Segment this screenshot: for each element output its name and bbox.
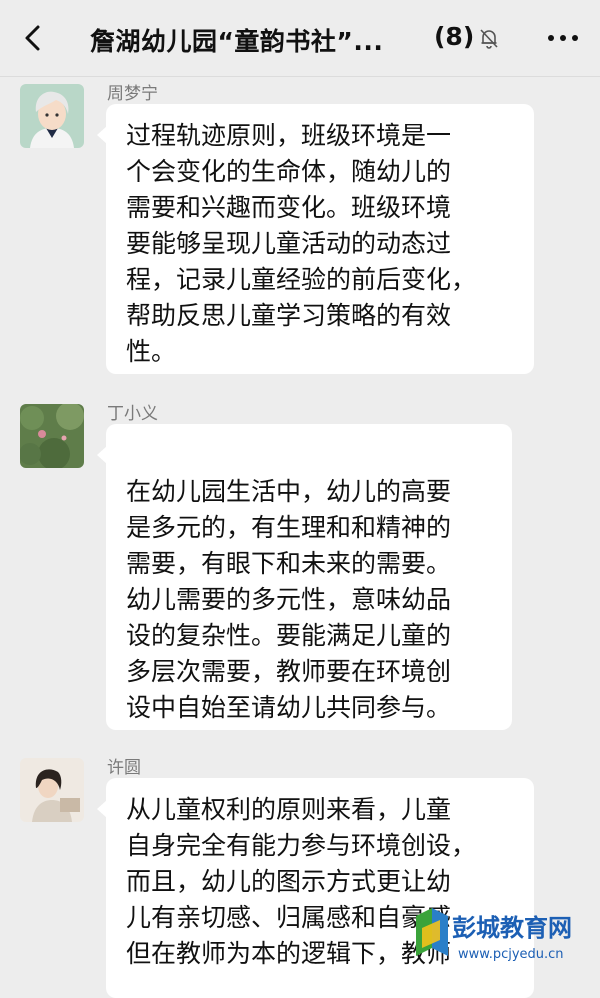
chat-header: 詹湖幼儿园“童韵书社”... (8) — [0, 0, 600, 77]
message-line: 帮助反思儿童学习策略的有效 — [126, 301, 452, 330]
message-line: 是多元的，有生理和和精神的 — [126, 513, 452, 542]
bell-muted-icon — [480, 29, 498, 49]
message-line: 自身完全有能力参与环境创设， — [126, 831, 477, 860]
message-line: 在幼儿园生活中，幼儿的高要 — [126, 477, 452, 506]
watermark-url: www.pcjyedu.cn — [458, 947, 564, 962]
message-line: 需要，有眼下和未来的需要。 — [126, 549, 452, 578]
watermark-name: 彭城教育网 — [452, 914, 572, 942]
member-count: (8) — [434, 22, 475, 51]
avatar[interactable] — [20, 404, 84, 468]
chat-title: 詹湖幼儿园“童韵书社”... — [90, 27, 384, 56]
message-line: 设的复杂性。要能满足儿童的 — [126, 621, 452, 650]
message-line: 幼儿需要的多元性，意味幼品 — [126, 585, 452, 614]
more-horizontal-icon[interactable] — [545, 26, 581, 50]
site-watermark: 彭城教育网 www.pcjyedu.cn — [412, 906, 592, 968]
message-line: 个会变化的生命体，随幼儿的 — [126, 157, 452, 186]
chevron-left-icon[interactable] — [18, 22, 50, 54]
sender-name: 周梦宁 — [107, 84, 158, 104]
anime-avatar-icon — [20, 84, 84, 148]
message-line: 程，记录儿童经验的前后变化， — [126, 265, 477, 294]
message-line: 过程轨迹原则，班级环境是一 — [126, 121, 452, 150]
message-line: 而且，幼儿的图示方式更让幼 — [126, 867, 452, 896]
watermark-logo-icon: 彭城教育网 www.pcjyedu.cn — [416, 908, 572, 962]
message-line: 需要和兴趣而变化。班级环境 — [126, 193, 452, 222]
message-line: 设中自始至请幼儿共同参与。 — [126, 693, 452, 722]
message-bubble[interactable]: 过程轨迹原则，班级环境是一 个会变化的生命体，随幼儿的 需要和兴趣而变化。班级环… — [97, 104, 534, 374]
message-line: 要能够呈现儿童活动的动态过 — [126, 229, 452, 258]
lotus-photo-avatar-icon — [20, 404, 84, 468]
message-line: 多层次需要，教师要在环境创 — [126, 657, 452, 686]
avatar[interactable] — [20, 84, 84, 148]
message-line: 性。 — [126, 337, 177, 366]
message-bubble[interactable]: 在幼儿园生活中，幼儿的高要 是多元的，有生理和和精神的 需要，有眼下和未来的需要… — [97, 424, 512, 730]
avatar[interactable] — [20, 758, 84, 822]
sender-name: 许圆 — [107, 758, 141, 778]
sender-name: 丁小义 — [107, 404, 158, 424]
message-line: 从儿童权利的原则来看，儿童 — [126, 795, 452, 824]
person-photo-avatar-icon — [20, 758, 84, 822]
